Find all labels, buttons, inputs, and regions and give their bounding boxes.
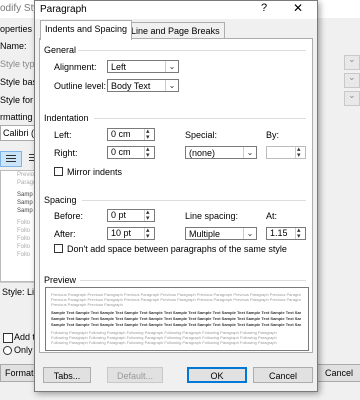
spacing-before-stepper[interactable]: 0 pt [107, 207, 155, 224]
special-label: Special: [185, 130, 218, 140]
special-select[interactable]: (none) ⌄ [185, 146, 257, 159]
by-label: By: [266, 130, 280, 140]
line-spacing-select[interactable]: Multiple ⌄ [185, 227, 257, 240]
preview-sample-line: Sample Text Sample Text Sample Text Samp… [51, 310, 301, 315]
cancel-button[interactable]: Cancel [253, 367, 313, 383]
name-label: Name: [0, 41, 27, 51]
preview-divider [80, 280, 306, 281]
alignment-select[interactable]: Left ⌄ [107, 60, 179, 73]
style-for-dropdown-arrow[interactable] [344, 90, 360, 106]
chevron-down-icon: ⌄ [165, 80, 178, 91]
set-as-default-button[interactable]: Default... [107, 367, 163, 383]
right-indent-stepper[interactable]: 0 cm [107, 144, 155, 161]
style-based-dropdown-arrow[interactable] [344, 72, 360, 88]
spacing-before-label: Before: [54, 211, 84, 221]
paragraph-preview-box: Previous Paragraph Previous Paragraph Pr… [45, 287, 309, 351]
spin-arrows-icon[interactable] [144, 207, 154, 224]
line-spacing-label: Line spacing: [185, 211, 239, 221]
tab-indents-and-spacing[interactable]: Indents and Spacing [40, 20, 133, 40]
outline-level-value: Body Text [111, 81, 151, 91]
mirror-indents-checkbox[interactable] [54, 167, 63, 176]
paragraph-dialog: Paragraph ? ✕ Indents and Spacing Line a… [34, 0, 318, 392]
at-label: At: [266, 211, 278, 221]
add-to-gallery-checkbox[interactable] [3, 333, 13, 343]
preview-previous-line: Previous Paragraph Previous Paragraph [51, 302, 123, 307]
chevron-down-icon: ⌄ [243, 147, 256, 158]
general-divider [78, 50, 306, 51]
spin-arrows-icon[interactable] [144, 225, 154, 242]
preview-sample-line: Sample Text Sample Text Sample Text Samp… [51, 322, 301, 327]
preview-following-line: Following Paragraph Following Paragraph … [51, 340, 277, 345]
indentation-heading: Indentation [44, 113, 89, 123]
special-value: (none) [189, 148, 216, 158]
left-indent-stepper[interactable]: 0 cm [107, 126, 155, 143]
alignment-value: Left [111, 62, 127, 72]
alignment-label: Alignment: [54, 62, 97, 72]
preview-heading: Preview [44, 275, 77, 285]
align-left-button[interactable] [0, 151, 22, 167]
spacing-heading: Spacing [44, 195, 77, 205]
general-heading: General [44, 45, 77, 55]
close-button[interactable]: ✕ [293, 1, 303, 15]
by-stepper[interactable] [266, 144, 306, 161]
right-indent-value: 0 cm [111, 147, 131, 157]
indentation-divider [94, 118, 306, 119]
formatting-heading: rmatting [0, 112, 33, 122]
style-type-dropdown-arrow[interactable] [344, 54, 360, 70]
outline-level-select[interactable]: Body Text ⌄ [107, 79, 179, 92]
spacing-after-label: After: [54, 229, 76, 239]
preview-sample-line: Sample Text Sample Text Sample Text Samp… [51, 316, 301, 321]
spin-arrows-icon[interactable] [295, 144, 305, 161]
paragraph-title: Paragraph [40, 4, 87, 15]
spacing-after-stepper[interactable]: 10 pt [107, 225, 155, 242]
line-spacing-value: Multiple [189, 229, 221, 239]
chevron-down-icon: ⌄ [243, 228, 256, 239]
help-button[interactable]: ? [261, 2, 267, 14]
at-stepper[interactable]: 1.15 [266, 225, 306, 242]
spacing-after-value: 10 pt [111, 228, 132, 238]
properties-heading: operties [0, 24, 33, 34]
at-value: 1.15 [270, 228, 288, 238]
right-indent-label: Right: [54, 148, 78, 158]
left-indent-label: Left: [54, 130, 72, 140]
dont-add-space-checkbox[interactable] [54, 244, 63, 253]
modify-style-cancel-button[interactable]: Cancel [316, 364, 360, 382]
spacing-divider [82, 200, 306, 201]
tab-line-and-page-breaks[interactable]: Line and Page Breaks [126, 22, 225, 39]
left-indent-value: 0 cm [111, 129, 131, 139]
paragraph-titlebar: Paragraph ? ✕ [35, 1, 317, 19]
spin-arrows-icon[interactable] [144, 144, 154, 161]
outline-level-label: Outline level: [54, 81, 107, 91]
mirror-indents-label: Mirror indents [67, 167, 123, 177]
spacing-before-value: 0 pt [111, 210, 127, 220]
spin-arrows-icon[interactable] [295, 225, 305, 242]
spin-arrows-icon[interactable] [144, 126, 154, 143]
only-in-document-radio[interactable] [3, 346, 12, 355]
chevron-down-icon: ⌄ [165, 61, 178, 72]
style-for-label: Style for f [0, 95, 39, 105]
tabs-button[interactable]: Tabs... [43, 367, 91, 383]
ok-button[interactable]: OK [187, 367, 247, 383]
dont-add-space-label: Don't add space between paragraphs of th… [67, 244, 287, 254]
